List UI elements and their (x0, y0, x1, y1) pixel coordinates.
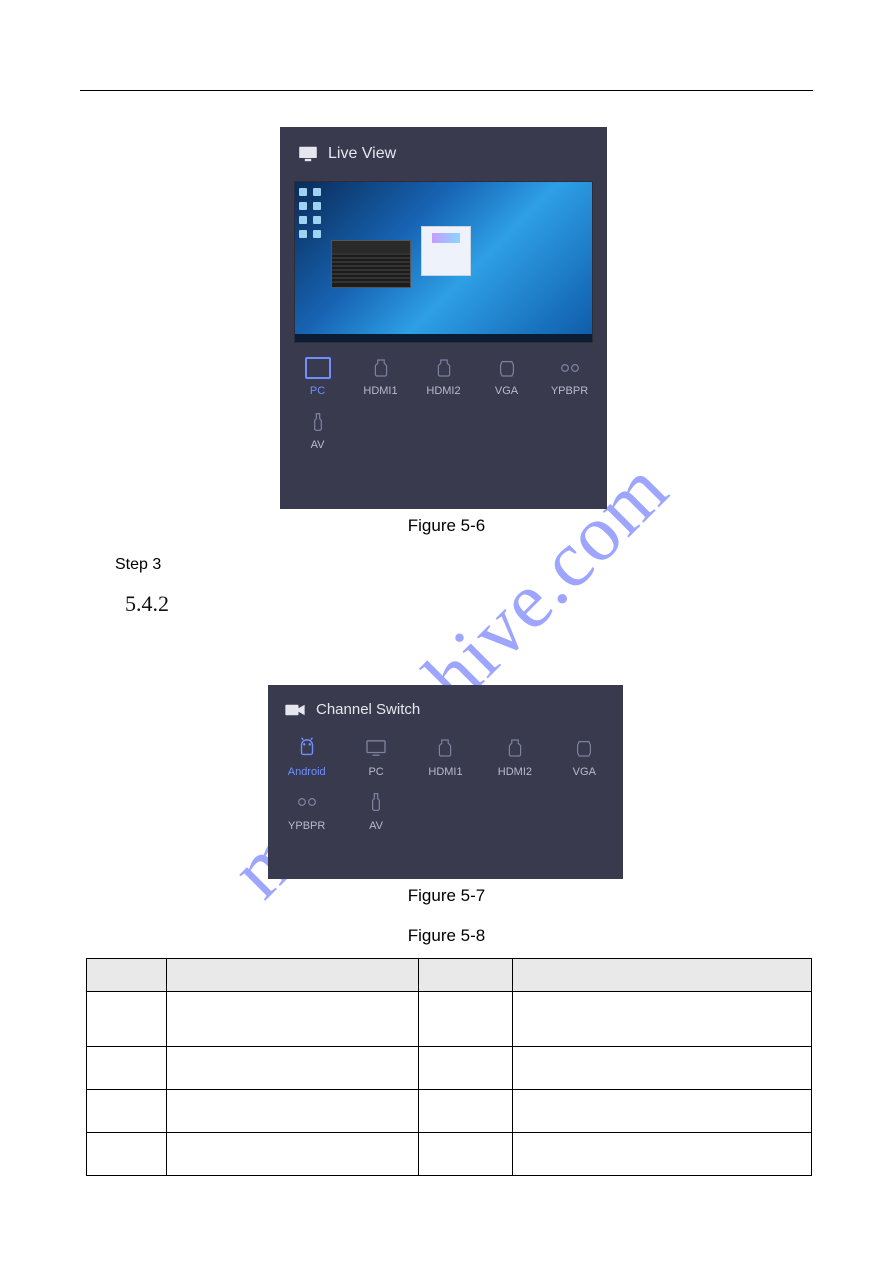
channel-label: YPBPR (288, 820, 325, 832)
table-cell (513, 1133, 812, 1176)
table-cell (87, 1133, 167, 1176)
channel-android[interactable]: Android (272, 736, 341, 778)
table-cell (513, 992, 812, 1047)
table-row (87, 1133, 812, 1176)
channel-av[interactable]: AV (341, 790, 410, 832)
channel-switch-header: Channel Switch (268, 685, 623, 730)
preview-window-dialog (421, 226, 471, 276)
hdmi-plug-icon (368, 357, 394, 379)
android-icon (294, 736, 320, 760)
preview-taskbar (295, 334, 592, 342)
source-grid: PC HDMI1 HDMI2 VGA (280, 343, 607, 451)
table-row (87, 1090, 812, 1133)
channel-hdmi2[interactable]: HDMI2 (480, 736, 549, 778)
figure-5-6-caption: Figure 5-6 (0, 516, 893, 536)
source-label: YPBPR (551, 385, 588, 397)
pc-icon (363, 736, 389, 760)
live-view-header: Live View (280, 127, 607, 173)
section-5-4-2: 5.4.2 (125, 591, 169, 617)
table-cell (87, 1090, 167, 1133)
source-hdmi2[interactable]: HDMI2 (412, 357, 475, 397)
source-label: PC (310, 385, 325, 397)
table-row (87, 1047, 812, 1090)
monitor-icon (298, 146, 318, 162)
source-label: HDMI2 (426, 385, 460, 397)
table-cell (166, 1090, 418, 1133)
table-header-row (87, 959, 812, 992)
header-rule (80, 90, 813, 91)
av-plug-icon (363, 790, 389, 814)
page: manualshive.com Live View PC HDMI1 (0, 0, 893, 1263)
table-header-cell (166, 959, 418, 992)
channel-ypbpr[interactable]: YPBPR (272, 790, 341, 832)
hdmi-plug-icon (431, 357, 457, 379)
live-view-panel: Live View PC HDMI1 HDMI2 (280, 127, 607, 509)
component-icon (557, 357, 583, 379)
table-cell (513, 1090, 812, 1133)
live-view-preview (294, 181, 593, 343)
channel-label: HDMI2 (498, 766, 532, 778)
table-row (87, 992, 812, 1047)
table-cell (418, 992, 513, 1047)
channel-switch-title: Channel Switch (316, 701, 420, 718)
av-plug-icon (305, 411, 331, 433)
channel-pc[interactable]: PC (341, 736, 410, 778)
channel-label: PC (368, 766, 383, 778)
channel-vga[interactable]: VGA (550, 736, 619, 778)
figure-5-7-caption: Figure 5-7 (0, 886, 893, 906)
channel-label: Android (288, 766, 326, 778)
table-header-cell (418, 959, 513, 992)
table-cell (166, 1133, 418, 1176)
source-vga[interactable]: VGA (475, 357, 538, 397)
table-cell (418, 1133, 513, 1176)
figure-5-8-caption: Figure 5-8 (0, 926, 893, 946)
signal-table (86, 958, 812, 1176)
channel-hdmi1[interactable]: HDMI1 (411, 736, 480, 778)
camera-icon (284, 703, 306, 717)
source-label: HDMI1 (363, 385, 397, 397)
channel-grid: Android PC HDMI1 HDMI2 (268, 730, 623, 832)
channel-label: AV (369, 820, 383, 832)
preview-window-keyboard (331, 240, 411, 288)
channel-label: VGA (573, 766, 596, 778)
vga-plug-icon (571, 736, 597, 760)
vga-plug-icon (494, 357, 520, 379)
source-av[interactable]: AV (286, 411, 349, 451)
table-cell (166, 992, 418, 1047)
channel-switch-panel: Channel Switch Android PC HDMI1 (268, 685, 623, 879)
table-header-cell (513, 959, 812, 992)
hdmi-plug-icon (502, 736, 528, 760)
source-label: AV (311, 439, 325, 451)
table-header-cell (87, 959, 167, 992)
table-cell (166, 1047, 418, 1090)
source-label: VGA (495, 385, 518, 397)
hdmi-plug-icon (432, 736, 458, 760)
source-ypbpr[interactable]: YPBPR (538, 357, 601, 397)
source-hdmi1[interactable]: HDMI1 (349, 357, 412, 397)
step-3-label: Step 3 (115, 556, 161, 574)
table-cell (87, 992, 167, 1047)
pc-icon (305, 357, 331, 379)
channel-label: HDMI1 (428, 766, 462, 778)
live-view-title: Live View (328, 145, 396, 163)
table-cell (87, 1047, 167, 1090)
source-pc[interactable]: PC (286, 357, 349, 397)
table-cell (418, 1090, 513, 1133)
table-cell (418, 1047, 513, 1090)
table-cell (513, 1047, 812, 1090)
component-icon (294, 790, 320, 814)
